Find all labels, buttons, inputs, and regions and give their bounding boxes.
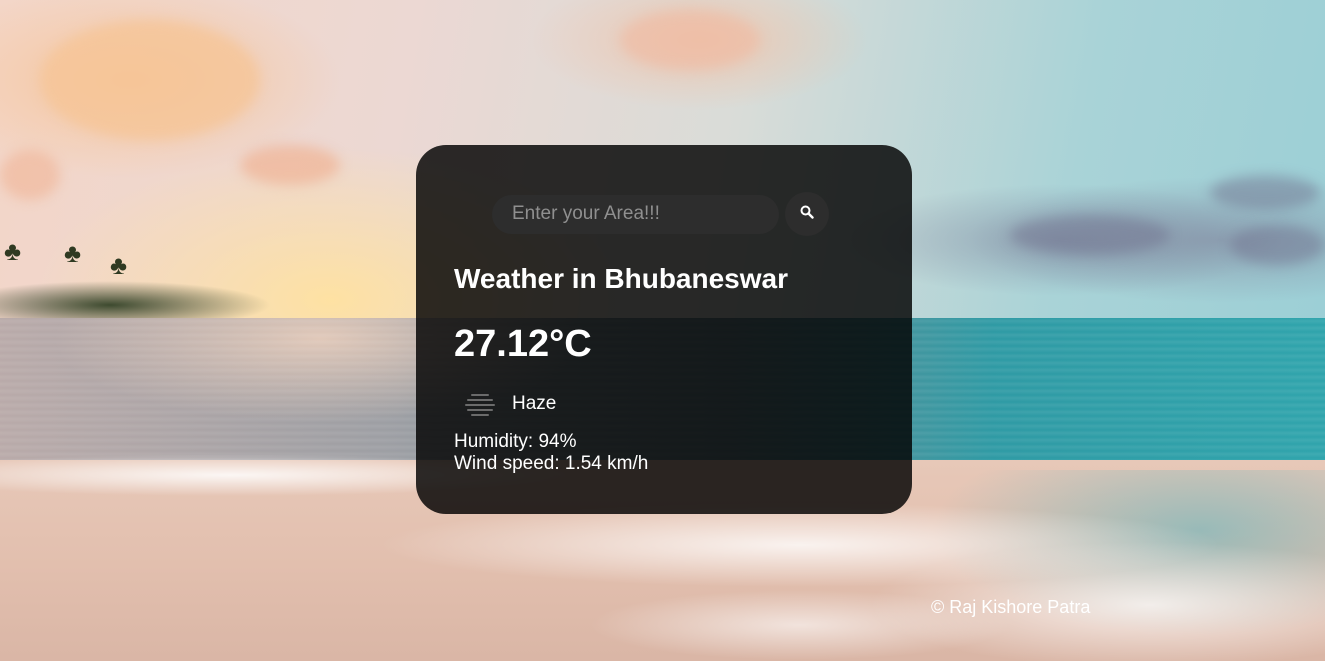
cloud: [620, 10, 760, 70]
palm-tree-icon: ♣: [110, 250, 128, 280]
weather-card: Weather in Bhubaneswar 27.12°C Haze Humi…: [416, 145, 912, 514]
city-title: Weather in Bhubaneswar: [454, 263, 789, 294]
cloud: [40, 20, 260, 140]
temperature: 27.12°C: [454, 323, 592, 365]
cloud: [0, 150, 60, 200]
condition-label: Haze: [512, 393, 557, 414]
cloud: [1210, 175, 1320, 210]
palm-tree-icon: ♣: [4, 236, 22, 266]
search-input[interactable]: [492, 194, 779, 234]
search-icon: [800, 205, 814, 224]
wind-speed: Wind speed: 1.54 km/h: [454, 453, 649, 474]
cloud: [1230, 225, 1325, 265]
search-bar: [492, 192, 829, 236]
palm-tree-icon: ♣: [64, 238, 82, 268]
cloud: [240, 145, 340, 185]
cloud: [1010, 215, 1170, 255]
haze-icon: [460, 389, 500, 419]
humidity: Humidity: 94%: [454, 431, 577, 452]
search-button[interactable]: [785, 192, 829, 236]
weather-condition: Haze: [460, 389, 556, 419]
footer-credit: © Raj Kishore Patra: [931, 597, 1091, 617]
